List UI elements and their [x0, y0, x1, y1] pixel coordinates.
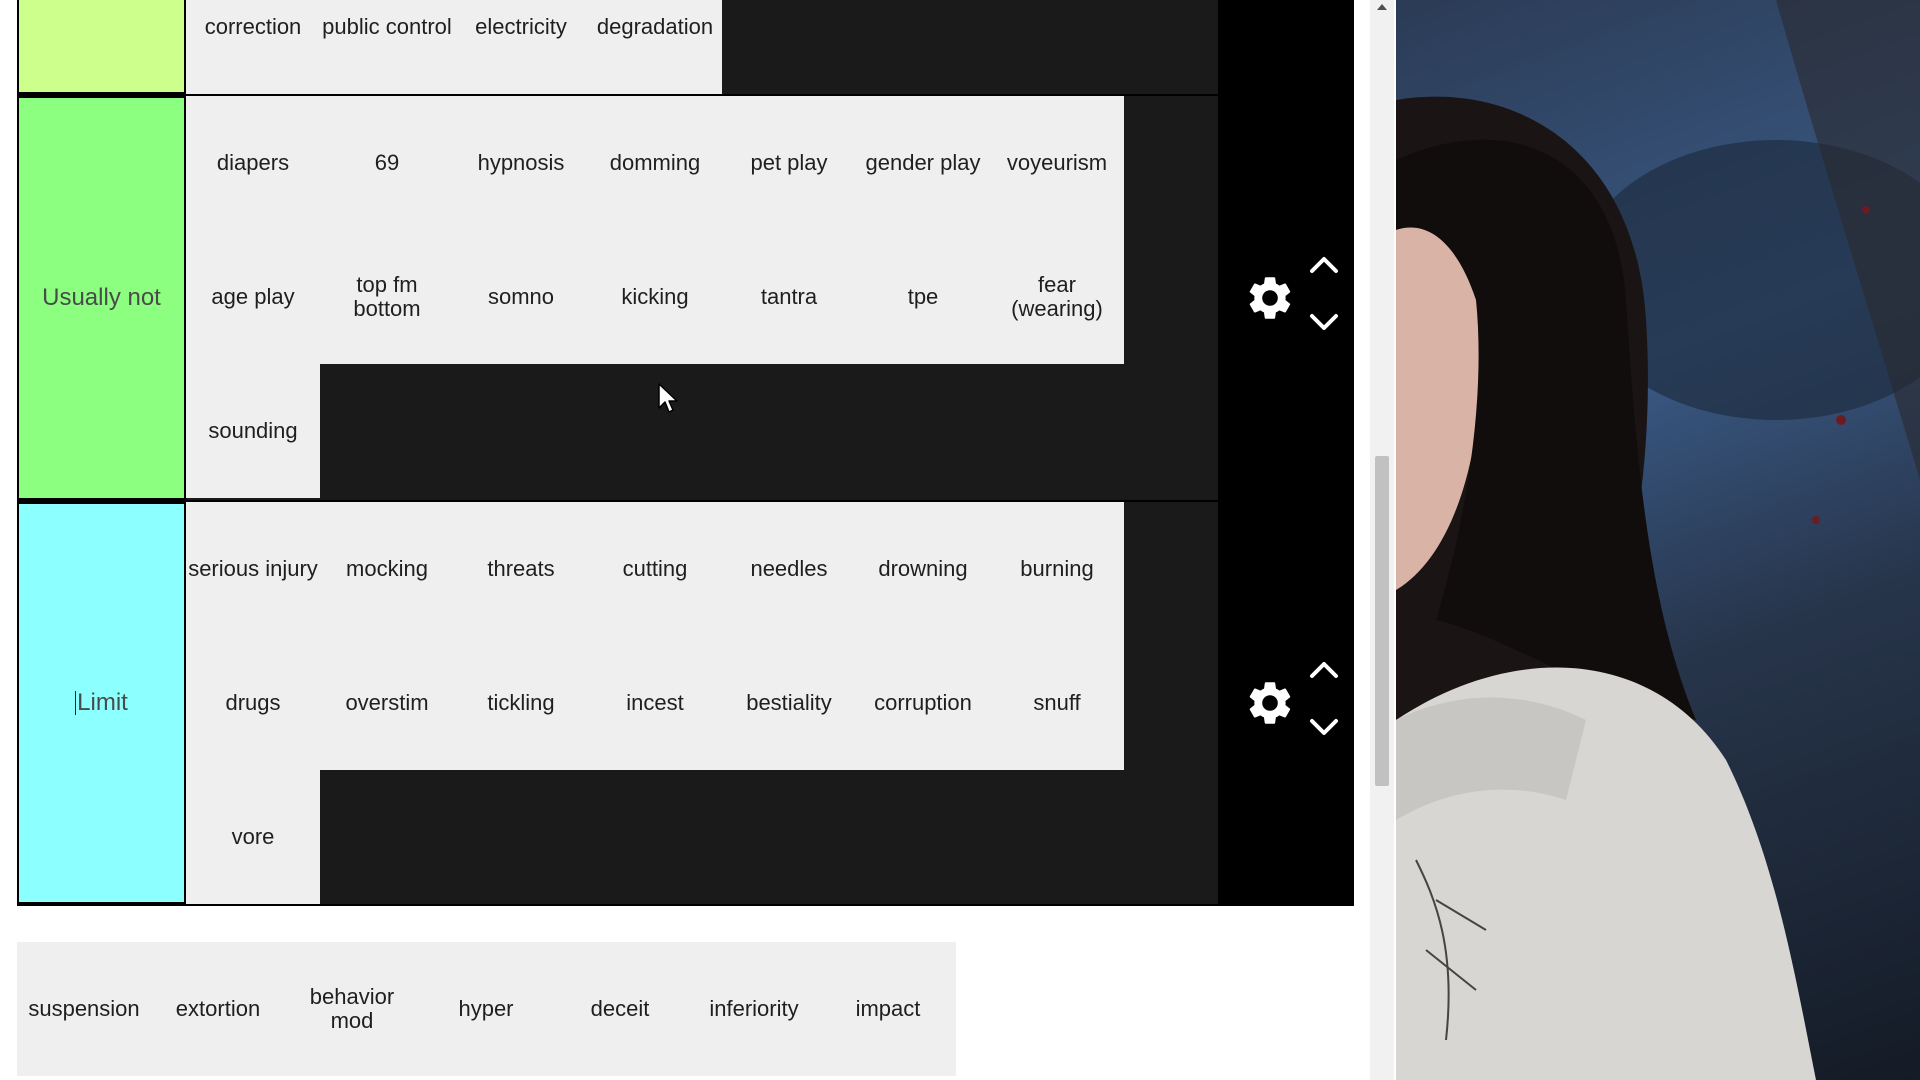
scroll-up-arrow-icon[interactable] [1375, 2, 1389, 12]
tier-item[interactable]: public control [320, 0, 454, 94]
tier-item[interactable]: incest [588, 636, 722, 770]
pool-item[interactable]: impact [821, 942, 955, 1076]
tier-item[interactable]: degradation [588, 0, 722, 94]
text-cursor [75, 691, 77, 715]
tier-item[interactable]: gender play [856, 96, 990, 230]
tier-item[interactable]: drowning [856, 502, 990, 636]
tier-item[interactable]: 69 [320, 96, 454, 230]
tier-item[interactable]: overstim [320, 636, 454, 770]
tier-item[interactable]: electricity [454, 0, 588, 94]
tier-item[interactable]: cutting [588, 502, 722, 636]
tier-label[interactable]: Usually not [17, 96, 186, 500]
tier-item[interactable]: corruption [856, 636, 990, 770]
tier-item[interactable]: voyeurism [990, 96, 1124, 230]
tier-item[interactable]: diapers [186, 96, 320, 230]
pool-item[interactable]: deceit [553, 942, 687, 1076]
tier-item[interactable]: somno [454, 230, 588, 364]
tier-row: Usually not diapers 69 hypnosis domming … [17, 94, 1354, 502]
tier-controls [1218, 502, 1354, 904]
tier-item[interactable]: tpe [856, 230, 990, 364]
page-scrollbar[interactable] [1370, 0, 1394, 1080]
chevron-down-icon[interactable] [1306, 713, 1342, 741]
tier-items: correction public control electricity de… [186, 0, 1209, 94]
scrollbar-thumb[interactable] [1375, 456, 1389, 786]
chevron-up-icon[interactable] [1306, 251, 1342, 279]
tier-item[interactable]: drugs [186, 636, 320, 770]
pool-item[interactable]: behavior mod [285, 942, 419, 1076]
tier-item[interactable]: hypnosis [454, 96, 588, 230]
tier-items: diapers 69 hypnosis domming pet play gen… [186, 96, 1209, 498]
tier-item[interactable]: needles [722, 502, 856, 636]
tier-item[interactable]: tickling [454, 636, 588, 770]
pool-item[interactable]: extortion [151, 942, 285, 1076]
tier-item[interactable]: correction [186, 0, 320, 94]
gear-icon[interactable] [1244, 677, 1296, 729]
gear-icon[interactable] [1244, 272, 1296, 324]
tier-item[interactable]: snuff [990, 636, 1124, 770]
tier-item[interactable]: vore [186, 770, 320, 904]
tier-item[interactable]: age play [186, 230, 320, 364]
tier-item[interactable]: mocking [320, 502, 454, 636]
tier-item[interactable]: threats [454, 502, 588, 636]
tier-label[interactable]: Limit [17, 502, 186, 904]
tier-row: correction public control electricity de… [17, 0, 1354, 96]
pool-item[interactable]: inferiority [687, 942, 821, 1076]
chevron-down-icon[interactable] [1306, 308, 1342, 336]
pool-item[interactable]: hyper [419, 942, 553, 1076]
tier-item[interactable]: fear (wearing) [990, 230, 1124, 364]
chevron-up-icon[interactable] [1306, 656, 1342, 684]
tier-items: serious injury mocking threats cutting n… [186, 502, 1209, 904]
tier-item[interactable]: bestiality [722, 636, 856, 770]
tier-controls [1218, 0, 1354, 94]
tier-item[interactable]: sounding [186, 364, 320, 498]
tier-controls [1218, 96, 1354, 500]
webcam-video-feed [1396, 0, 1920, 1080]
tier-label-text: Usually not [42, 284, 161, 311]
unranked-items-pool: suspension extortion behavior mod hyper … [17, 942, 956, 1076]
pool-item[interactable]: suspension [17, 942, 151, 1076]
tier-item[interactable]: domming [588, 96, 722, 230]
tier-item[interactable]: pet play [722, 96, 856, 230]
tier-row: Limit serious injury mocking threats cut… [17, 500, 1354, 906]
tier-item[interactable]: tantra [722, 230, 856, 364]
tier-label-text: Limit [77, 689, 128, 716]
webcam-overlay [1396, 0, 1920, 1080]
tier-item[interactable]: top fm bottom [320, 230, 454, 364]
tier-item[interactable]: serious injury [186, 502, 320, 636]
tier-label[interactable] [17, 0, 186, 94]
tier-item[interactable]: burning [990, 502, 1124, 636]
tier-item[interactable]: kicking [588, 230, 722, 364]
